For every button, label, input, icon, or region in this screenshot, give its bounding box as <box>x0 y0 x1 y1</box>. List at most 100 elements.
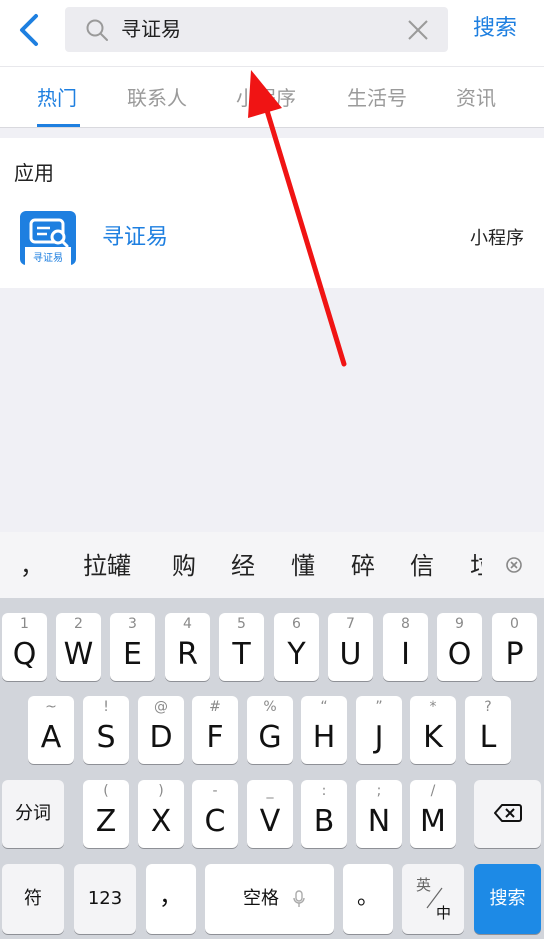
key-z[interactable]: (Z <box>83 780 129 848</box>
key-label: A <box>40 720 62 755</box>
key-hint: ) <box>158 783 164 799</box>
key-label: H <box>312 720 336 755</box>
key-o[interactable]: 9O <box>437 613 482 681</box>
key-c[interactable]: -C <box>192 780 238 848</box>
segment-key-label: 分词 <box>15 803 51 824</box>
key-label: Z <box>95 804 117 839</box>
key-q[interactable]: 1Q <box>2 613 47 681</box>
key-label: X <box>150 804 172 839</box>
period-key[interactable]: 。 <box>343 864 393 934</box>
numbers-key[interactable]: 123 <box>74 864 136 934</box>
segment-key[interactable]: 分词 <box>2 780 64 848</box>
key-v[interactable]: _ V <box>247 780 293 848</box>
key-hint: # <box>209 699 221 715</box>
search-submit-button[interactable]: 搜索 <box>473 14 517 44</box>
key-hint: ” <box>375 699 383 715</box>
key-label: L <box>479 720 497 755</box>
candidate-item[interactable]: 信 <box>410 552 434 580</box>
key-hint: 0 <box>510 616 519 632</box>
search-query-text[interactable]: 寻证易 <box>121 17 181 41</box>
symbol-key-label: 符 <box>24 888 42 909</box>
back-button[interactable] <box>12 10 48 50</box>
key-i[interactable]: 8I <box>383 613 428 681</box>
key-k[interactable]: * K <box>410 696 456 764</box>
key-hint: 7 <box>346 616 355 632</box>
tab-life-accounts[interactable]: 生活号 <box>347 85 407 111</box>
key-hint: : <box>321 783 327 799</box>
key-p[interactable]: 0P <box>492 613 537 681</box>
language-switch-key[interactable]: 英 中 <box>402 864 464 934</box>
key-y[interactable]: 6Y <box>274 613 319 681</box>
key-t[interactable]: 5T <box>219 613 264 681</box>
key-f[interactable]: # F <box>192 696 238 764</box>
key-hint: ( <box>103 783 109 799</box>
key-u[interactable]: 7U <box>328 613 373 681</box>
key-g[interactable]: % G <box>247 696 293 764</box>
key-label: N <box>367 804 391 839</box>
key-b[interactable]: :B <box>301 780 347 848</box>
key-s[interactable]: ! S <box>83 696 129 764</box>
comma-key[interactable]: ， <box>146 864 196 934</box>
keyboard-search-label: 搜索 <box>489 888 526 909</box>
key-n[interactable]: ; N <box>356 780 402 848</box>
key-label: V <box>259 804 281 839</box>
key-label: I <box>401 637 410 672</box>
key-hint: ; <box>376 783 382 799</box>
key-a[interactable]: ~ A <box>28 696 74 764</box>
key-label: D <box>149 720 173 755</box>
clear-icon[interactable] <box>406 18 430 42</box>
key-hint: ~ <box>45 699 57 715</box>
key-label: C <box>204 804 226 839</box>
key-e[interactable]: 3E <box>110 613 155 681</box>
backspace-icon <box>494 804 522 822</box>
key-m[interactable]: / M <box>410 780 456 848</box>
search-input[interactable]: 寻证易 <box>65 7 448 52</box>
candidate-item[interactable]: 碎 <box>351 552 375 580</box>
key-r[interactable]: 4R <box>165 613 210 681</box>
key-hint: 3 <box>128 616 137 632</box>
results-section: 应用 寻证易 寻证易 小程序 <box>0 138 544 288</box>
tab-mini-programs[interactable]: 小程序 <box>236 85 296 111</box>
candidate-item[interactable]: ， <box>20 552 44 580</box>
backspace-key[interactable] <box>474 780 541 848</box>
key-d[interactable]: @ D <box>138 696 184 764</box>
key-label: J <box>374 720 384 755</box>
key-hint: - <box>212 783 218 799</box>
key-label: F <box>206 720 224 755</box>
space-key-label: 空格 <box>243 888 279 909</box>
tab-hot[interactable]: 热门 <box>37 85 77 111</box>
key-hint: * <box>429 699 437 715</box>
space-key[interactable]: 空格 <box>205 864 334 934</box>
key-hint: ! <box>103 699 109 715</box>
key-l[interactable]: ? L <box>465 696 511 764</box>
clear-candidates-icon[interactable] <box>504 555 524 575</box>
tab-news[interactable]: 资讯 <box>456 85 496 111</box>
key-label: W <box>63 637 94 672</box>
app-icon: 寻证易 <box>20 211 76 265</box>
keyboard: 1Q 2W 3E 4R 5T 6Y 7U 8I 9O 0P ~ A ! S @ D #… <box>0 598 544 939</box>
tab-contacts[interactable]: 联系人 <box>127 85 187 111</box>
key-label: U <box>339 637 362 672</box>
candidate-bar: ， 拉罐 购 经 懂 碎 信 垃 <box>0 532 544 598</box>
keyboard-search-key[interactable]: 搜索 <box>474 864 541 934</box>
active-tab-indicator <box>37 124 80 127</box>
candidate-item[interactable]: 懂 <box>291 552 315 580</box>
candidate-item[interactable]: 经 <box>231 552 255 580</box>
key-hint: 8 <box>401 616 410 632</box>
symbol-key[interactable]: 符 <box>2 864 64 934</box>
key-hint: 1 <box>20 616 29 632</box>
key-hint: % <box>263 699 277 715</box>
key-hint: ? <box>484 699 492 715</box>
app-name[interactable]: 寻证易 <box>102 224 168 252</box>
numbers-key-label: 123 <box>87 888 123 909</box>
candidate-item[interactable]: 垃 <box>470 552 482 580</box>
candidate-item[interactable]: 拉罐 <box>83 552 131 580</box>
key-hint: / <box>430 783 436 799</box>
key-label: M <box>420 804 446 839</box>
key-label: G <box>258 720 282 755</box>
key-w[interactable]: 2W <box>56 613 101 681</box>
key-x[interactable]: ) X <box>138 780 184 848</box>
key-j[interactable]: ” J <box>356 696 402 764</box>
candidate-item[interactable]: 购 <box>172 552 196 580</box>
key-h[interactable]: “H <box>301 696 347 764</box>
